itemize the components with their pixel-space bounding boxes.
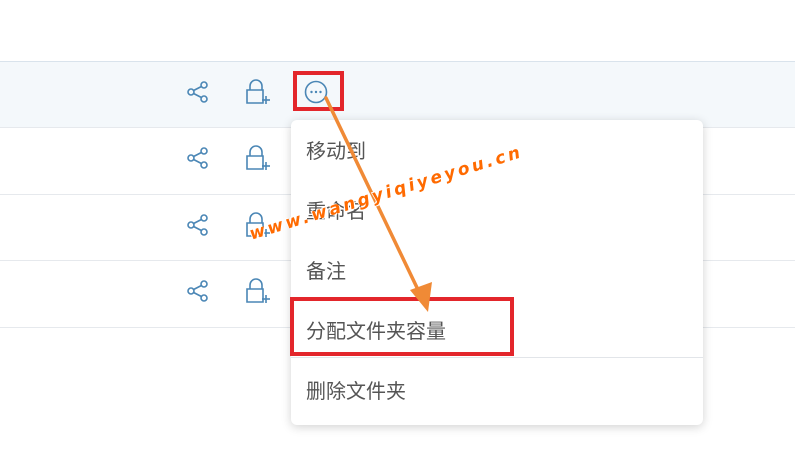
annotation-arrow (324, 96, 432, 312)
